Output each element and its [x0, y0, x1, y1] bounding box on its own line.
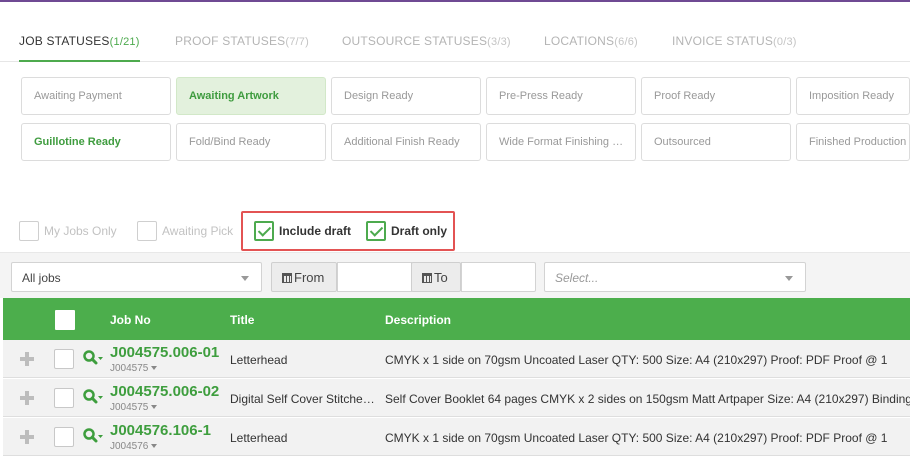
chevron-down-icon	[241, 276, 249, 281]
calendar-icon	[422, 273, 432, 283]
tab-count: (3/3)	[487, 36, 511, 48]
include-draft-checkbox[interactable]: Include draft	[254, 219, 351, 243]
top-accent-line	[0, 0, 910, 2]
chevron-down-icon	[785, 276, 793, 281]
table-row[interactable]: J004575.006-01 J004575 Letterhead CMYK x…	[3, 340, 910, 378]
parent-job-dropdown[interactable]: J004575	[110, 363, 158, 374]
table-row[interactable]: J004576.106-1 J004576 Letterhead CMYK x …	[3, 418, 910, 456]
tab-count: (1/21)	[109, 36, 140, 48]
tab-label: LOCATIONS	[544, 34, 615, 48]
jobs-select-value: All jobs	[22, 271, 61, 285]
from-date-button[interactable]: From	[271, 262, 337, 292]
awaiting-pick-checkbox[interactable]: Awaiting Pick	[137, 219, 233, 243]
status-chip-guillotine-ready[interactable]: Guillotine Ready	[21, 123, 171, 161]
status-chip-pre-press-ready[interactable]: Pre-Press Ready	[486, 77, 636, 115]
row-title: Digital Self Cover Stitched Booklet	[230, 392, 380, 406]
row-description: CMYK x 1 side on 70gsm Uncoated Laser QT…	[385, 353, 888, 367]
job-number-link[interactable]: J004576.106-1	[110, 422, 211, 439]
jobs-table-header: Job No Title Description	[3, 298, 910, 340]
job-number-link[interactable]: J004575.006-01	[110, 344, 219, 361]
my-jobs-only-checkbox[interactable]: My Jobs Only	[19, 219, 117, 243]
tab-proof-statuses[interactable]: PROOF STATUSES(7/7)	[175, 34, 309, 62]
parent-job-dropdown[interactable]: J004575	[110, 402, 158, 413]
search-dropdown-icon[interactable]	[82, 388, 104, 406]
checkbox-label: Draft only	[391, 224, 448, 238]
expand-plus-icon[interactable]	[20, 352, 34, 366]
tab-outsource-statuses[interactable]: OUTSOURCE STATUSES(3/3)	[342, 34, 511, 62]
status-tabs: JOB STATUSES(1/21) PROOF STATUSES(7/7) O…	[0, 22, 910, 62]
status-chip-awaiting-artwork[interactable]: Awaiting Artwork	[176, 77, 326, 115]
status-chip-proof-ready[interactable]: Proof Ready	[641, 77, 791, 115]
column-header-title[interactable]: Title	[230, 313, 254, 327]
tab-count: (7/7)	[285, 36, 309, 48]
row-description: Self Cover Booklet 64 pages CMYK x 2 sid…	[385, 392, 910, 406]
filter-toolbar: All jobs From To Select...	[0, 252, 910, 298]
checkbox-label: My Jobs Only	[44, 224, 117, 238]
search-dropdown-icon[interactable]	[82, 427, 104, 445]
status-chip-additional-finish-ready[interactable]: Additional Finish Ready	[331, 123, 481, 161]
tab-count: (6/6)	[614, 36, 638, 48]
status-chip-awaiting-payment[interactable]: Awaiting Payment	[21, 77, 171, 115]
parent-job-label: J004575	[110, 402, 149, 413]
status-select-placeholder: Select...	[555, 271, 599, 285]
status-select[interactable]: Select...	[544, 262, 806, 292]
tab-locations[interactable]: LOCATIONS(6/6)	[544, 34, 638, 62]
parent-job-dropdown[interactable]: J004576	[110, 441, 158, 452]
tab-job-statuses[interactable]: JOB STATUSES(1/21)	[19, 34, 140, 62]
jobs-select[interactable]: All jobs	[11, 262, 262, 292]
tab-count: (0/3)	[773, 36, 797, 48]
from-date-input[interactable]	[337, 262, 412, 292]
row-description: CMYK x 1 side on 70gsm Uncoated Laser QT…	[385, 431, 888, 445]
status-chip-design-ready[interactable]: Design Ready	[331, 77, 481, 115]
expand-plus-icon[interactable]	[20, 430, 34, 444]
calendar-icon	[282, 273, 292, 283]
to-date-button[interactable]: To	[411, 262, 461, 292]
expand-plus-icon[interactable]	[20, 391, 34, 405]
row-title: Letterhead	[230, 353, 288, 367]
caret-down-icon	[151, 366, 158, 370]
to-date-input[interactable]	[461, 262, 536, 292]
tab-label: INVOICE STATUS	[672, 34, 774, 48]
table-row[interactable]: J004575.006-02 J004575 Digital Self Cove…	[3, 379, 910, 417]
status-chip-finished-production[interactable]: Finished Production	[796, 123, 910, 161]
row-checkbox[interactable]	[54, 388, 74, 408]
checkbox-label: Awaiting Pick	[162, 224, 234, 238]
job-number-link[interactable]: J004575.006-02	[110, 383, 219, 400]
status-chip-fold-bind-ready[interactable]: Fold/Bind Ready	[176, 123, 326, 161]
tab-label: JOB STATUSES	[19, 34, 110, 48]
draft-only-checkbox[interactable]: Draft only	[366, 219, 447, 243]
status-chip-imposition-ready[interactable]: Imposition Ready	[796, 77, 910, 115]
caret-down-icon	[151, 444, 158, 448]
row-checkbox[interactable]	[54, 349, 74, 369]
status-chip-wide-format-finishing-ready[interactable]: Wide Format Finishing Ready	[486, 123, 636, 161]
caret-down-icon	[151, 405, 158, 409]
tab-label: PROOF STATUSES	[175, 34, 286, 48]
status-chip-outsourced[interactable]: Outsourced	[641, 123, 791, 161]
parent-job-label: J004575	[110, 363, 149, 374]
tab-invoice-status[interactable]: INVOICE STATUS(0/3)	[672, 34, 797, 62]
select-all-checkbox[interactable]	[55, 310, 75, 330]
tab-label: OUTSOURCE STATUSES	[342, 34, 488, 48]
row-checkbox[interactable]	[54, 427, 74, 447]
to-label: To	[434, 270, 448, 285]
checkbox-label: Include draft	[279, 224, 352, 238]
from-label: From	[294, 270, 325, 285]
check-icon	[366, 221, 386, 241]
column-header-job-no[interactable]: Job No	[110, 313, 151, 327]
search-dropdown-icon[interactable]	[82, 349, 104, 367]
checkbox-box	[19, 221, 39, 241]
column-header-description[interactable]: Description	[385, 313, 451, 327]
checkbox-box	[137, 221, 157, 241]
check-icon	[254, 221, 274, 241]
parent-job-label: J004576	[110, 441, 149, 452]
row-title: Letterhead	[230, 431, 288, 445]
